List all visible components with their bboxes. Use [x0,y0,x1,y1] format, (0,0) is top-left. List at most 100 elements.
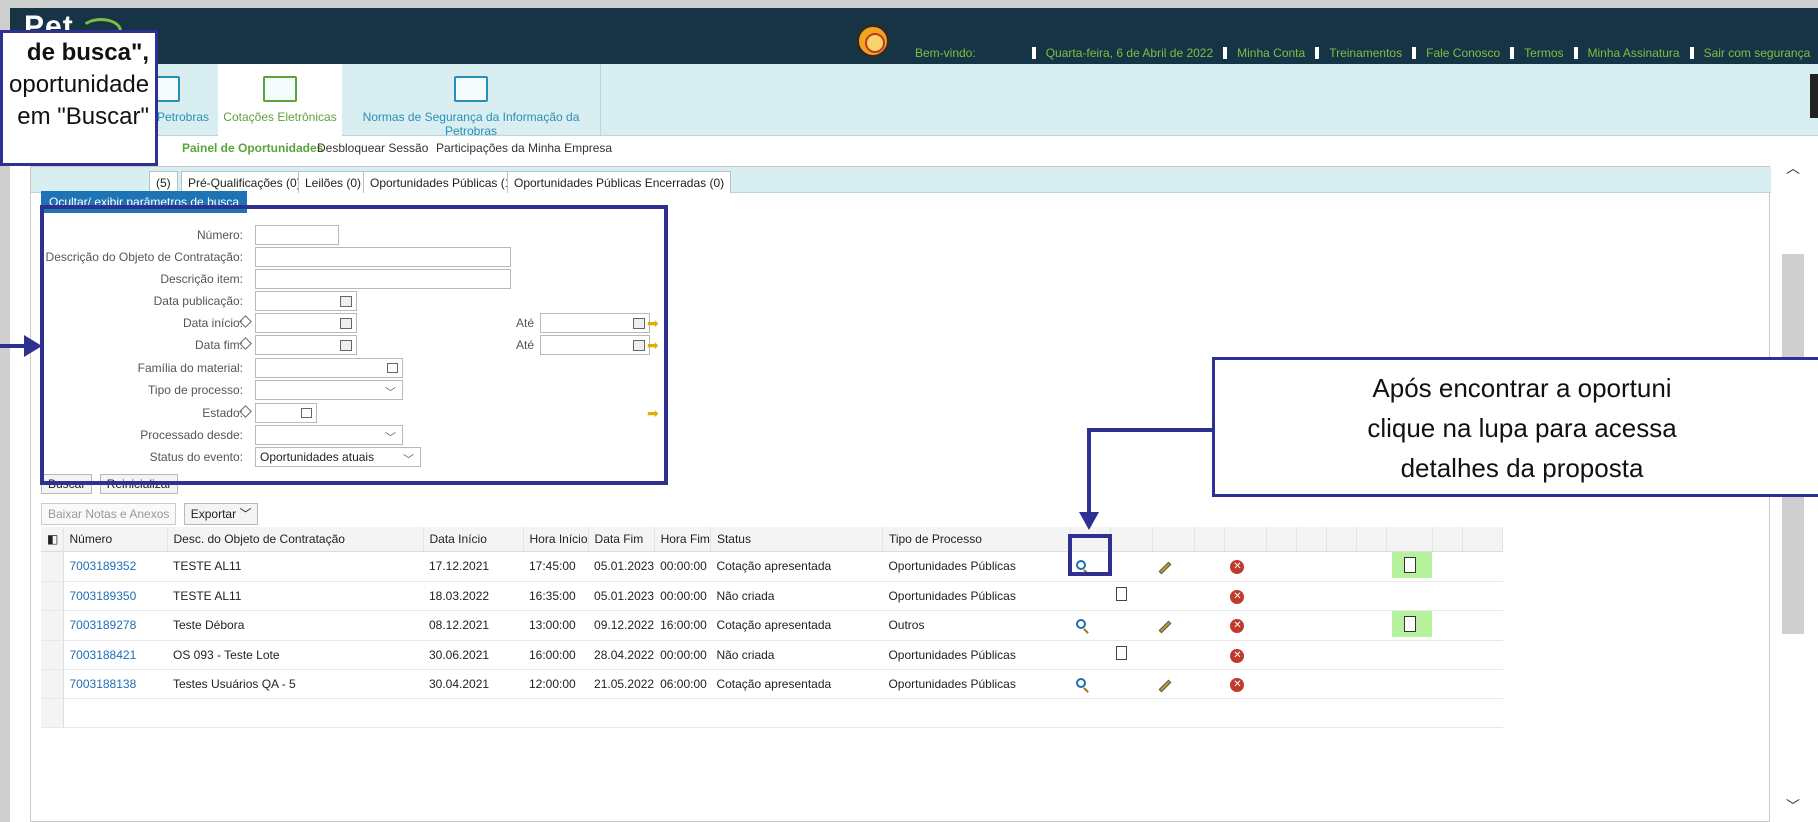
module-tabs: Petrobras Cotações Eletrônicas Normas de… [10,64,1818,138]
row-numero[interactable]: 7003188421 [63,640,167,670]
exportar-button[interactable]: Exportar ﹀ [183,503,259,525]
module-tab-cotacoes[interactable]: Cotações Eletrônicas [218,64,342,136]
magnifier-icon[interactable] [1076,677,1087,688]
row-hora-fim: 00:00:00 [654,640,711,670]
annotation-line: clique na lupa para acessa [1367,413,1677,443]
module-tab-normas[interactable]: Normas de Segurança da Informação da Pet… [342,64,600,138]
link-minha-assinatura[interactable]: Minha Assinatura [1588,46,1680,60]
pencil-icon[interactable] [1159,679,1172,692]
tab-oportunidades-publicas[interactable]: Oportunidades Públicas (1) [363,171,523,193]
row-data-inicio: 08.12.2021 [423,610,523,641]
row-desc: TESTE AL11 [167,581,423,611]
folder-icon [454,76,488,102]
col-tipo[interactable]: Tipo de Processo [882,527,1071,552]
row-numero[interactable]: 7003189350 [63,581,167,611]
opportunity-tabs: (5) Pré-Qualificações (0) Leilões (0) Op… [31,167,1771,193]
link-fale-conosco[interactable]: Fale Conosco [1426,46,1500,60]
link-termos[interactable]: Termos [1524,46,1563,60]
link-sair[interactable]: Sair com segurança [1704,46,1811,60]
row-numero[interactable]: 7003189352 [63,551,167,582]
delete-icon[interactable]: ✕ [1230,589,1245,604]
row-status: Não criada [710,640,883,670]
delete-icon[interactable]: ✕ [1230,619,1245,633]
select-all-icon[interactable]: ◧ [41,527,64,552]
proposal-doc-icon[interactable] [1392,610,1433,637]
row-hora-inicio: 12:00:00 [523,669,589,699]
callout-arrowhead [1079,512,1099,530]
row-numero[interactable]: 7003188138 [63,669,167,699]
table-row[interactable]: 7003189278 Teste Débora 08.12.2021 13:00… [41,610,1503,641]
gauge-icon[interactable] [856,24,890,58]
row-data-inicio: 30.06.2021 [423,640,523,670]
row-hora-inicio: 17:45:00 [523,551,589,582]
link-minha-conta[interactable]: Minha Conta [1237,46,1305,60]
subnav-participacoes[interactable]: Participações da Minha Empresa [436,141,612,155]
table-row[interactable]: 7003188138 Testes Usuários QA - 5 30.04.… [41,669,1503,699]
folder-open-icon [263,76,297,102]
search-params-highlight [40,205,668,485]
sub-nav: Painel de Oportunidades Desbloquear Sess… [10,136,1818,158]
link-treinamentos[interactable]: Treinamentos [1329,46,1402,60]
pencil-icon[interactable] [1159,561,1172,575]
right-edge-bar [1810,74,1818,118]
row-data-inicio: 17.12.2021 [423,551,523,582]
callout-line [1087,428,1215,432]
table-row[interactable]: 7003189350 TESTE AL11 18.03.2022 16:35:0… [41,581,1503,611]
col-hora-fim[interactable]: Hora Fim [654,527,711,552]
tab-cotacoes[interactable]: (5) [149,171,178,193]
table-row[interactable]: 7003189352 TESTE AL11 17.12.2021 17:45:0… [41,551,1503,582]
row-desc: TESTE AL11 [167,551,423,582]
col-data-fim[interactable]: Data Fim [588,527,655,552]
delete-icon[interactable]: ✕ [1230,560,1245,574]
table-actions: Baixar Notas e Anexos Exportar ﹀ [41,503,259,525]
delete-icon[interactable]: ✕ [1230,677,1245,692]
annotation-line: em "Buscar" [17,103,149,130]
annotation-line: de busca", [26,39,149,66]
tab-leiloes[interactable]: Leilões (0) [298,171,369,193]
welcome-text: Bem-vindo: [915,46,976,60]
col-hora-inicio[interactable]: Hora Início [523,527,589,552]
callout-line [1087,428,1091,524]
row-tipo: Outros [882,610,1071,641]
exportar-label: Exportar [190,507,237,521]
row-hora-fim: 06:00:00 [654,669,711,699]
row-data-fim: 05.01.2023 [588,581,655,611]
top-nav: Bem-vindo: Quarta-feira, 6 de Abril de 2… [915,46,1818,60]
scroll-up-icon[interactable]: ︿ [1786,158,1800,178]
row-hora-inicio: 16:35:00 [523,581,589,611]
annotation-magnifier-instructions: Após encontrar a oportuni clique na lupa… [1212,357,1818,497]
proposal-doc-icon[interactable] [1392,551,1433,578]
baixar-notas-button[interactable]: Baixar Notas e Anexos [41,503,177,525]
magnifier-icon[interactable] [1076,619,1087,629]
row-tipo: Oportunidades Públicas [882,669,1071,699]
row-data-inicio: 30.04.2021 [423,669,523,699]
module-label: Cotações Eletrônicas [223,110,337,124]
annotation-line: oportunidade [9,71,150,98]
pencil-icon[interactable] [1159,620,1172,634]
scroll-down-icon[interactable]: ﹀ [1786,796,1800,816]
col-desc[interactable]: Desc. do Objeto de Contratação [167,527,424,552]
annotation-line: Após encontrar a oportuni [1372,373,1672,403]
col-numero[interactable]: Número [63,527,168,552]
tab-pre-qualificacoes[interactable]: Pré-Qualificações (0) [181,171,308,193]
col-data-inicio[interactable]: Data Início [423,527,524,552]
module-label: Normas de Segurança da Informação da Pet… [362,110,580,138]
row-numero[interactable]: 7003189278 [63,610,167,641]
subnav-painel[interactable]: Painel de Oportunidades [182,141,323,155]
col-status[interactable]: Status [710,527,883,552]
tab-oportunidades-encerradas[interactable]: Oportunidades Públicas Encerradas (0) [507,171,732,193]
document-icon[interactable] [1116,587,1128,601]
row-hora-fim: 00:00:00 [654,551,711,582]
subnav-desbloquear[interactable]: Desbloquear Sessão [317,141,428,155]
row-hora-fim: 00:00:00 [654,581,711,611]
row-status: Não criada [710,581,883,611]
table-row[interactable]: 7003188421 OS 093 - Teste Lote 30.06.202… [41,640,1503,670]
document-icon[interactable] [1116,646,1128,660]
left-arrow-head [24,335,42,357]
row-status: Cotação apresentada [710,551,883,582]
row-status: Cotação apresentada [710,669,883,699]
delete-icon[interactable]: ✕ [1230,648,1245,663]
date-text: Quarta-feira, 6 de Abril de 2022 [1045,46,1214,60]
opportunities-table: ◧ Número Desc. do Objeto de Contratação … [41,527,1504,728]
annotation-search-instructions: de busca", oportunidade em "Buscar" [0,30,158,166]
